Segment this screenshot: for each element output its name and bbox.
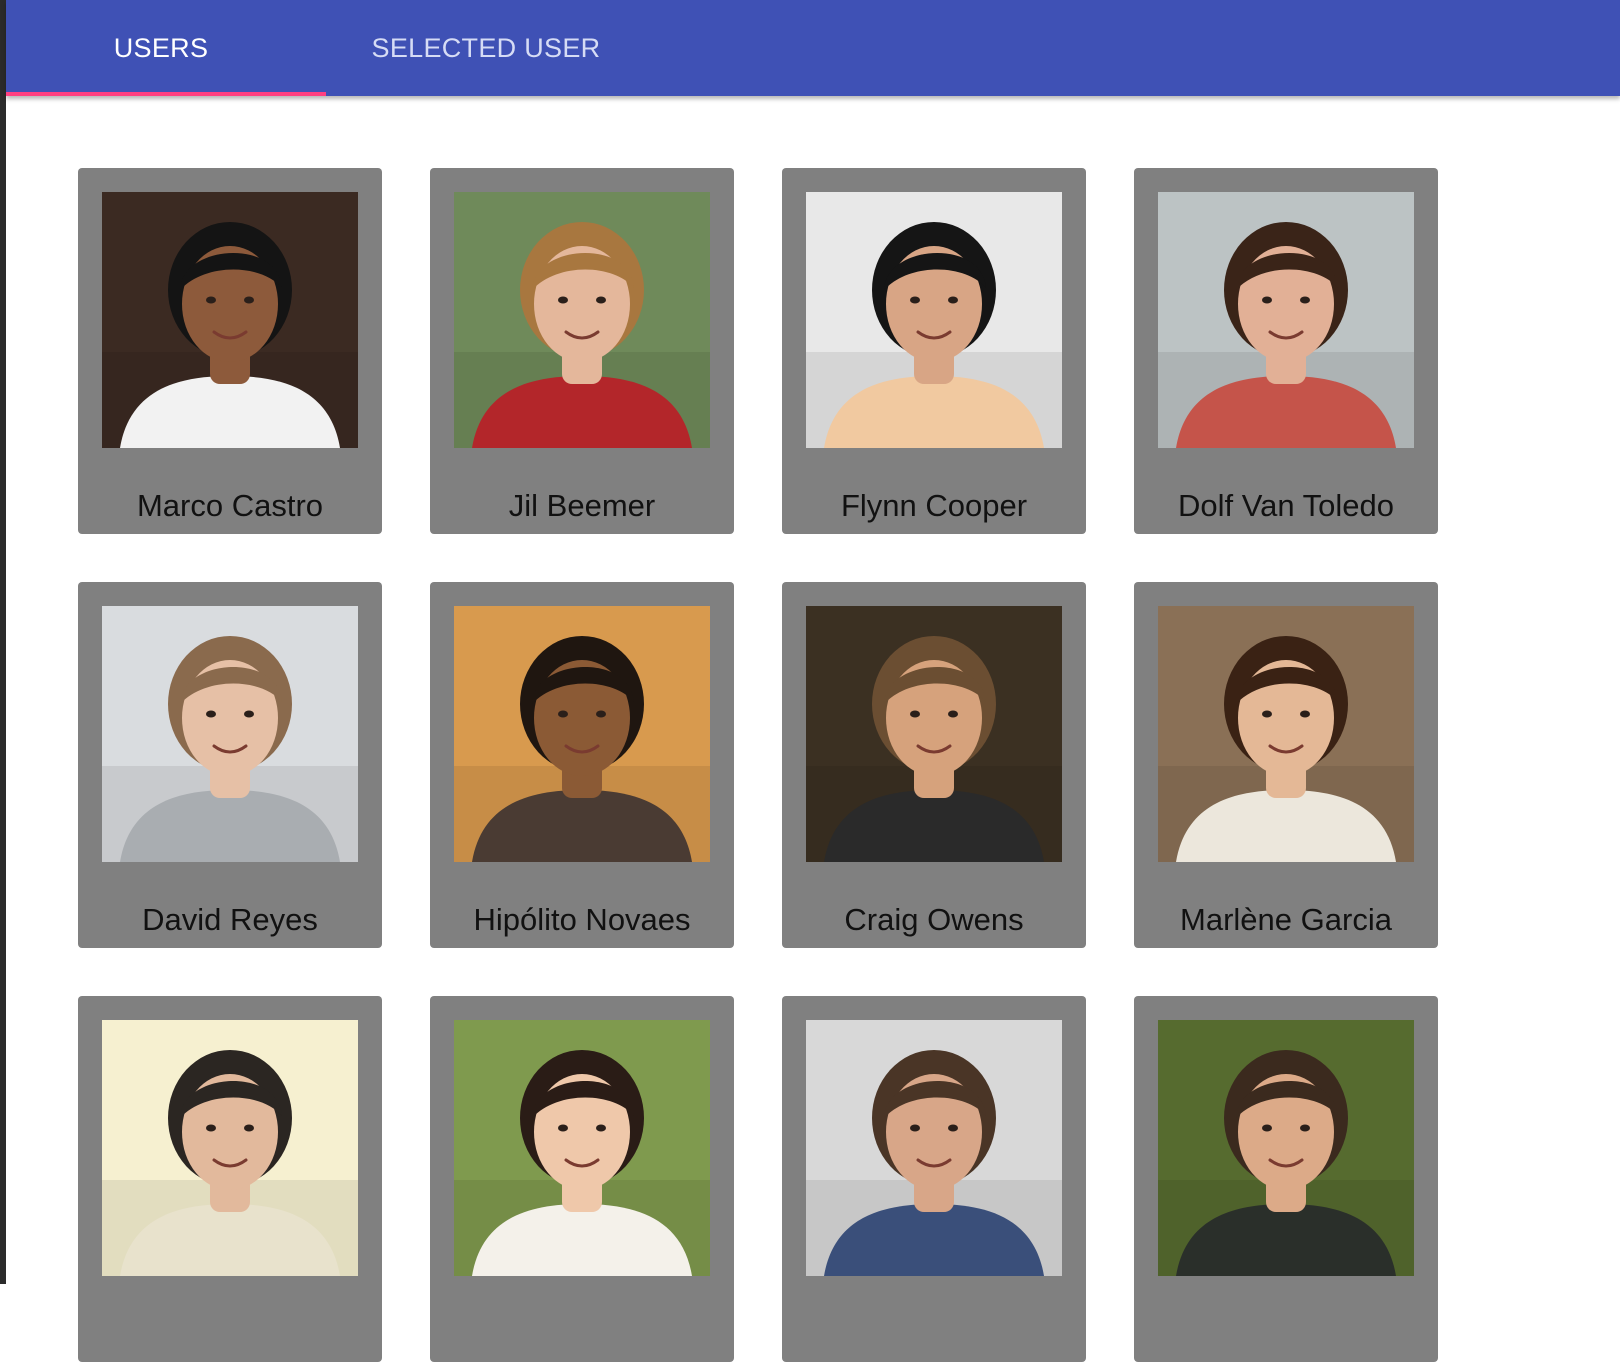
user-photo	[806, 192, 1062, 448]
user-name: Craig Owens	[844, 902, 1024, 937]
user-name: Flynn Cooper	[840, 488, 1028, 523]
user-name: Hipólito Novaes	[473, 902, 691, 937]
tab-users[interactable]: USERS	[6, 0, 326, 96]
user-photo	[1158, 606, 1414, 862]
user-photo	[102, 1020, 358, 1276]
app-bar: USERS SELECTED USER	[6, 0, 1620, 96]
user-name: Marlène Garcia	[1180, 902, 1392, 937]
user-name: David Reyes	[142, 902, 318, 937]
user-card[interactable]: Craig Owens	[782, 582, 1086, 948]
tab-selected-user-label: SELECTED USER	[371, 32, 601, 63]
user-card[interactable]: Hipólito Novaes	[430, 582, 734, 948]
tab-selected-user[interactable]: SELECTED USER	[326, 0, 646, 96]
active-tab-indicator	[6, 92, 326, 96]
user-card[interactable]	[430, 996, 734, 1362]
user-card[interactable]	[1134, 996, 1438, 1362]
user-photo	[454, 606, 710, 862]
window-edge	[0, 0, 6, 1284]
user-photo	[454, 1020, 710, 1276]
user-card[interactable]: David Reyes	[78, 582, 382, 948]
user-photo	[806, 606, 1062, 862]
user-card[interactable]	[782, 996, 1086, 1362]
user-name: Dolf Van Toledo	[1177, 488, 1394, 523]
user-card[interactable]: Marco Castro	[78, 168, 382, 534]
user-photo	[1158, 192, 1414, 448]
user-card[interactable]: Flynn Cooper	[782, 168, 1086, 534]
user-name: Jil Beemer	[508, 488, 656, 523]
user-card[interactable]: Dolf Van Toledo	[1134, 168, 1438, 534]
user-photo	[1158, 1020, 1414, 1276]
user-card[interactable]	[78, 996, 382, 1362]
user-card[interactable]: Jil Beemer	[430, 168, 734, 534]
user-photo	[806, 1020, 1062, 1276]
user-photo	[102, 192, 358, 448]
user-name: Marco Castro	[136, 488, 324, 523]
user-photo	[102, 606, 358, 862]
user-card[interactable]: Marlène Garcia	[1134, 582, 1438, 948]
user-grid: Marco Castro Jil Beemer Flynn Cooper Dol…	[78, 168, 1438, 1362]
user-photo	[454, 192, 710, 448]
tab-users-label: USERS	[113, 32, 209, 63]
